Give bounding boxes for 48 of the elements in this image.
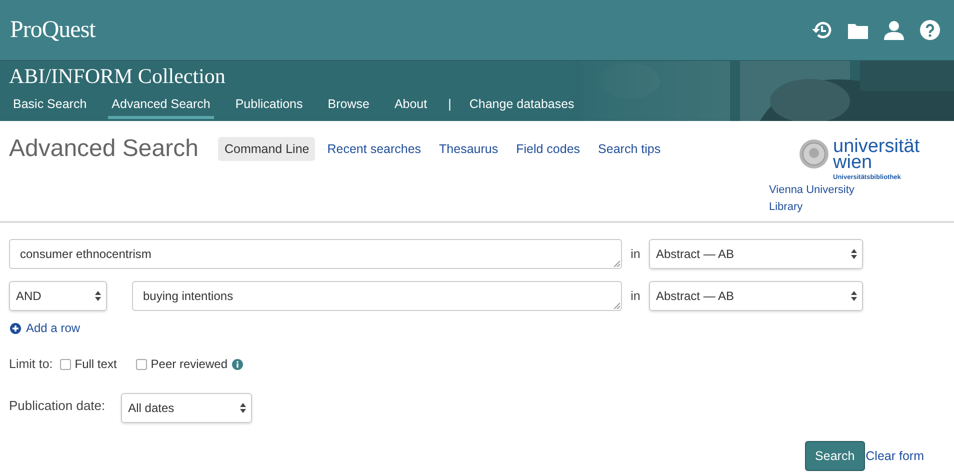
nav-separator: | xyxy=(448,96,452,113)
nav-tab[interactable]: Basic Search xyxy=(9,95,91,119)
checkbox-label[interactable]: Peer reviewed xyxy=(150,357,228,371)
search-link[interactable]: Command Line xyxy=(218,137,316,161)
resize-grip-icon xyxy=(613,302,620,309)
seal-icon xyxy=(799,139,829,169)
in-label: in xyxy=(630,247,642,261)
search-button[interactable]: Search xyxy=(805,441,865,471)
nav-tab[interactable]: Advanced Search xyxy=(108,95,214,119)
nav-tab[interactable]: Change databases xyxy=(465,95,578,119)
help-icon[interactable] xyxy=(920,20,940,40)
operator-select[interactable]: AND xyxy=(9,281,107,311)
search-link[interactable]: Recent searches xyxy=(321,137,428,161)
updown-arrow-icon xyxy=(240,403,246,413)
search-link[interactable]: Search tips xyxy=(592,137,667,161)
search-field[interactable]: buying intentions xyxy=(132,281,622,311)
add-row-link[interactable]: Add a row xyxy=(26,321,80,335)
search-field[interactable]: consumer ethnocentrism xyxy=(9,239,622,269)
date-select[interactable]: All dates xyxy=(121,393,252,423)
updown-arrow-icon xyxy=(95,291,101,301)
brand-logo[interactable]: ProQuest xyxy=(10,16,96,44)
limit-label: Limit to: xyxy=(9,357,53,371)
library-link[interactable]: Vienna University Library xyxy=(769,182,859,216)
nav-tab[interactable]: Browse xyxy=(324,95,374,119)
checkbox[interactable] xyxy=(136,358,147,370)
history-icon[interactable] xyxy=(812,20,832,40)
user-icon[interactable] xyxy=(884,20,904,40)
clear-form-link[interactable]: Clear form xyxy=(866,449,924,463)
search-link[interactable]: Thesaurus xyxy=(433,137,504,161)
updown-arrow-icon xyxy=(851,249,857,259)
folder-icon[interactable] xyxy=(848,22,868,38)
in-label: in xyxy=(630,289,642,303)
university-name: universität xyxy=(833,139,920,155)
plus-icon[interactable] xyxy=(10,322,21,334)
nav-tab[interactable]: About xyxy=(390,95,432,119)
page-title: Advanced Search xyxy=(9,135,198,163)
updown-arrow-icon xyxy=(851,291,857,301)
field-select[interactable]: Abstract — AB xyxy=(649,281,863,311)
database-title: ABI/INFORM Collection xyxy=(9,63,226,89)
checkbox-label[interactable]: Full text xyxy=(74,357,117,371)
info-icon[interactable] xyxy=(232,358,242,370)
search-link[interactable]: Field codes xyxy=(510,137,586,161)
university-name: wien xyxy=(833,154,872,170)
checkbox[interactable] xyxy=(60,358,71,370)
nav-tab[interactable]: Publications xyxy=(231,95,307,119)
field-select[interactable]: Abstract — AB xyxy=(649,239,863,269)
date-label: Publication date: xyxy=(9,398,106,412)
resize-grip-icon xyxy=(613,260,620,267)
